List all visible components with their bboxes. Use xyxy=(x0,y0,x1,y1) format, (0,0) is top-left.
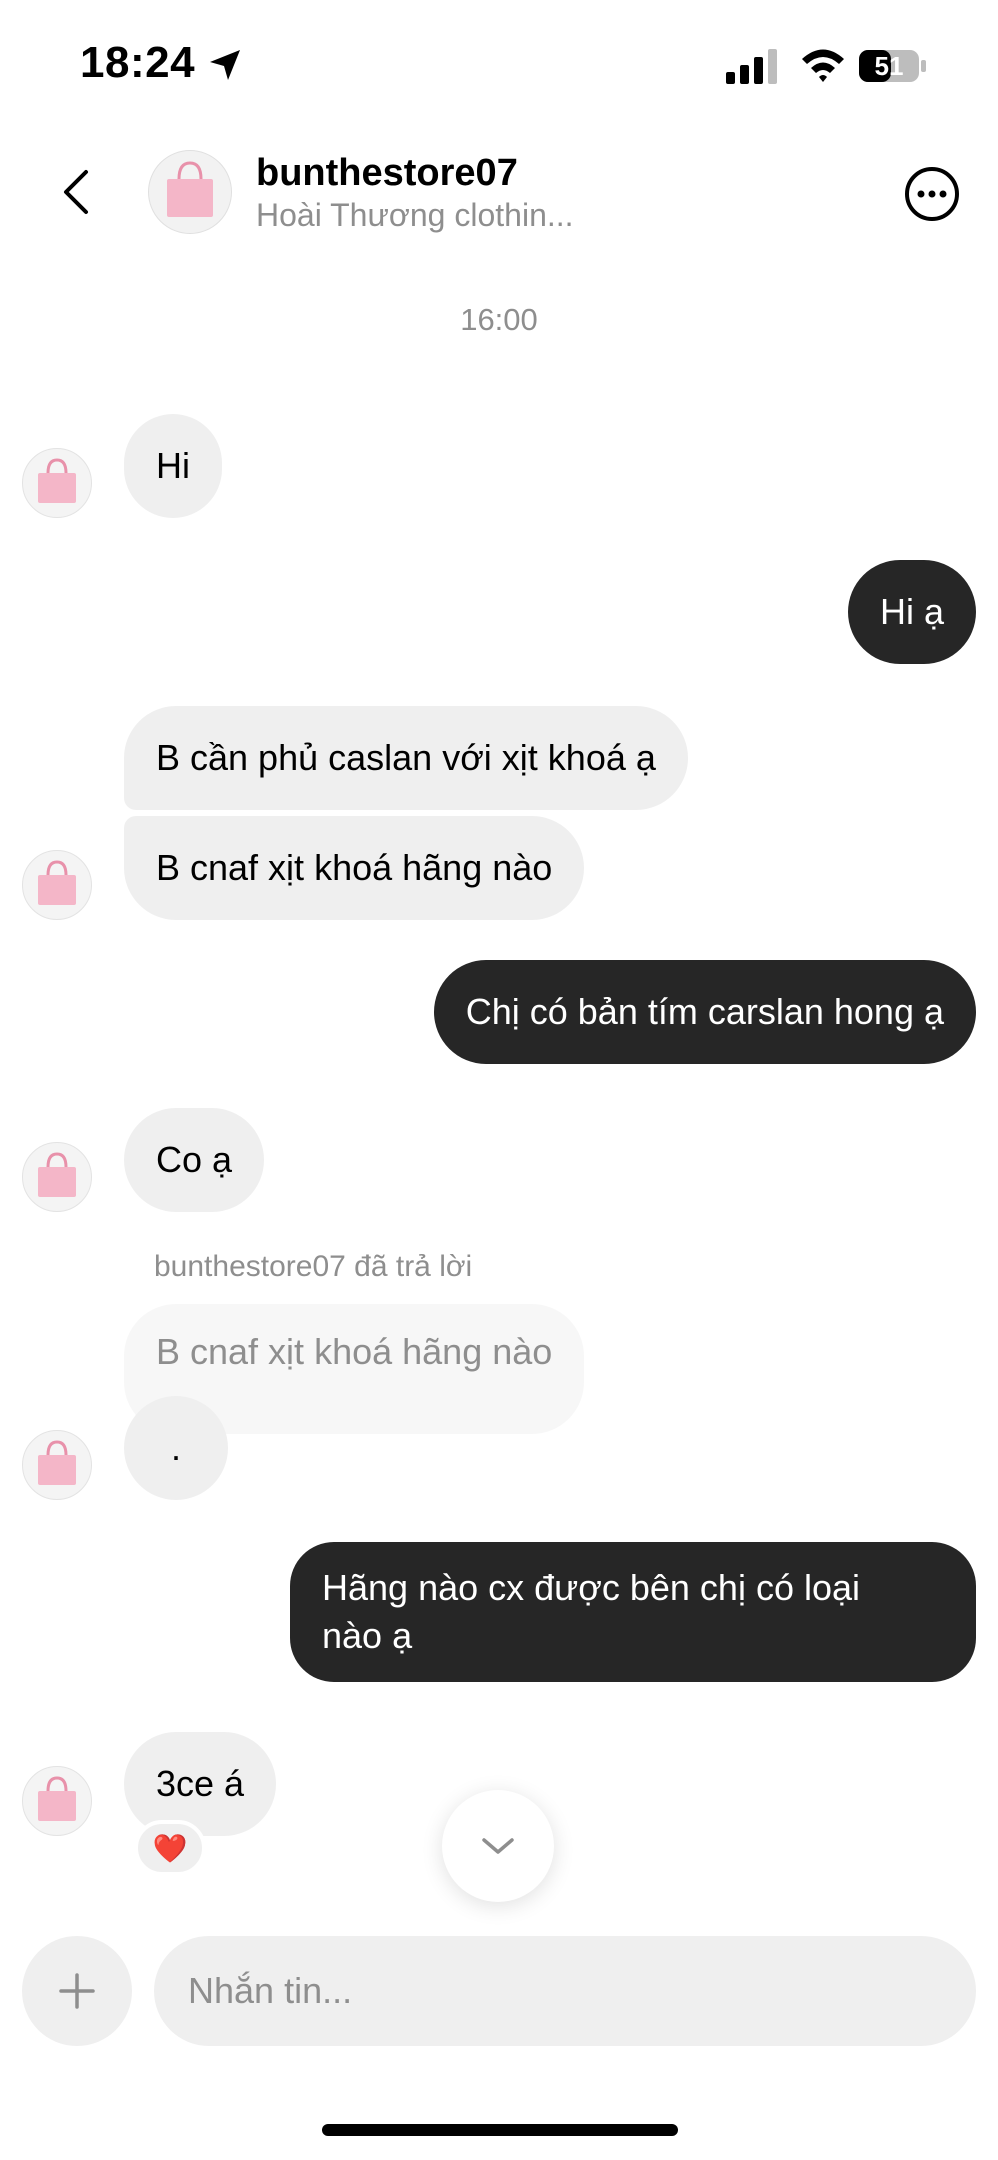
cellular-signal-icon xyxy=(726,49,777,84)
more-options-icon[interactable] xyxy=(904,166,960,222)
shopping-bag-icon xyxy=(167,161,213,217)
wifi-icon xyxy=(802,49,844,82)
contact-subtitle: Hoài Thương clothin... xyxy=(256,197,574,233)
avatar[interactable] xyxy=(22,1766,92,1836)
reaction-badge[interactable]: ❤️ xyxy=(134,1820,206,1876)
battery-indicator: 51 xyxy=(858,48,928,84)
outgoing-message[interactable]: Hãng nào cx được bên chị có loại nào ạ xyxy=(290,1542,976,1682)
avatar[interactable] xyxy=(22,1430,92,1500)
incoming-message[interactable]: 3ce á xyxy=(124,1732,277,1836)
home-indicator xyxy=(322,2124,678,2136)
contact-username[interactable]: bunthestore07 xyxy=(256,152,518,195)
outgoing-message[interactable]: Hi ạ xyxy=(847,560,976,664)
avatar[interactable] xyxy=(22,1142,92,1212)
battery-level: 51 xyxy=(874,51,904,81)
shopping-bag-icon xyxy=(38,1152,76,1197)
plus-icon xyxy=(59,1973,95,2009)
chevron-down-icon xyxy=(482,1838,514,1854)
message-line: nào ạ xyxy=(322,1615,413,1656)
message-line: Hãng nào cx được bên chị có loại xyxy=(322,1567,861,1608)
incoming-message[interactable]: Hi xyxy=(124,414,222,518)
back-button[interactable] xyxy=(58,168,98,216)
reply-label: bunthestore07 đã trả lời xyxy=(154,1250,473,1283)
message-timestamp: 16:00 xyxy=(460,302,538,337)
incoming-message[interactable]: B cần phủ caslan với xịt khoá ạ xyxy=(124,706,688,810)
shopping-bag-icon xyxy=(38,1776,76,1821)
incoming-message[interactable]: . xyxy=(124,1396,228,1500)
outgoing-message[interactable]: Chị có bản tím carslan hong ạ xyxy=(433,960,976,1064)
message-input[interactable] xyxy=(154,1936,976,2046)
incoming-message[interactable]: Co ạ xyxy=(124,1108,265,1212)
scroll-to-bottom-button[interactable] xyxy=(442,1790,554,1902)
add-attachment-button[interactable] xyxy=(22,1936,132,2046)
avatar[interactable] xyxy=(22,850,92,920)
shopping-bag-icon xyxy=(38,458,76,503)
location-arrow-icon xyxy=(210,50,240,80)
shopping-bag-icon xyxy=(38,860,76,905)
shopping-bag-icon xyxy=(38,1440,76,1485)
status-time: 18:24 xyxy=(80,38,196,87)
contact-avatar[interactable] xyxy=(148,150,232,234)
incoming-message[interactable]: B cnaf xịt khoá hãng nào xyxy=(124,816,585,920)
heart-reaction: ❤️ xyxy=(152,1832,188,1864)
avatar[interactable] xyxy=(22,448,92,518)
